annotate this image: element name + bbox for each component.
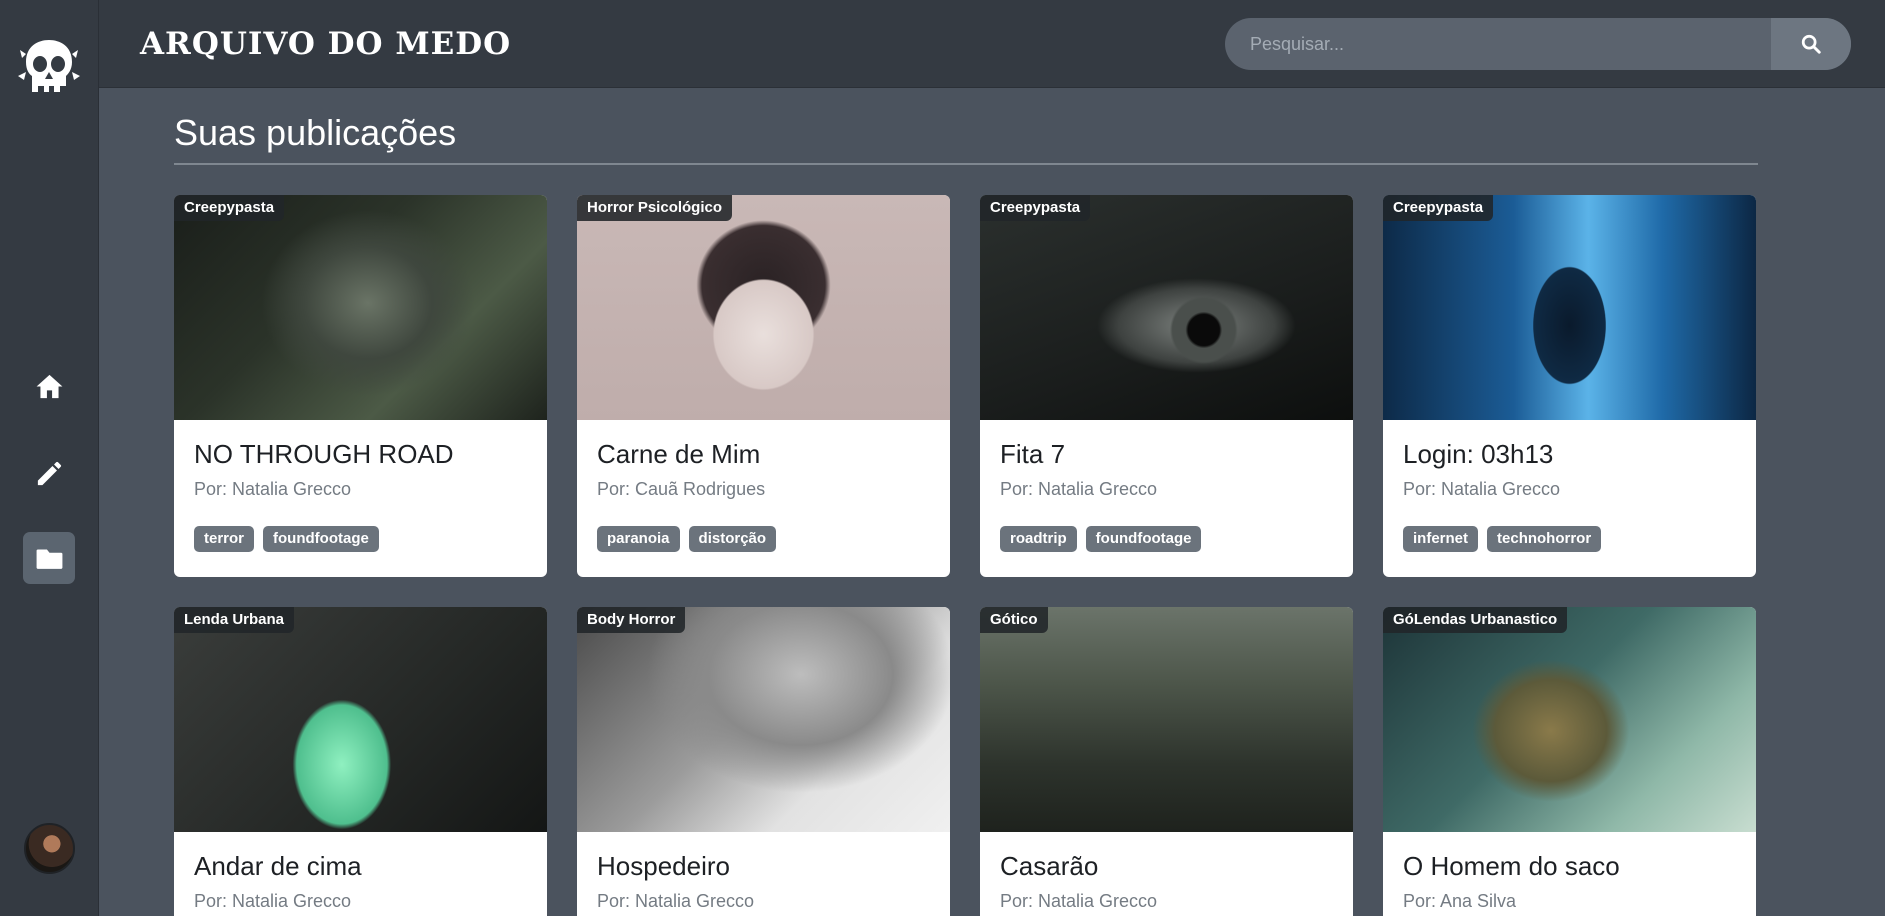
skull-logo-icon[interactable] [16, 36, 82, 102]
tag-list: paranoia distorção [597, 526, 777, 552]
post-card[interactable]: GóLendas Urbanastico O Homem do saco Por… [1383, 607, 1756, 916]
tag[interactable]: foundfootage [263, 526, 379, 552]
tag[interactable]: distorção [688, 526, 777, 552]
tag-list: roadtrip foundfootage [1000, 526, 1202, 552]
post-title[interactable]: Carne de Mim [597, 439, 760, 470]
top-header: ARQUIVO DO MEDO [99, 0, 1885, 88]
home-icon [36, 374, 62, 398]
tag[interactable]: paranoia [597, 526, 680, 552]
post-author: Por: Natalia Grecco [1000, 891, 1158, 911]
search-icon [1801, 34, 1821, 54]
folder-icon [36, 548, 62, 569]
tag[interactable]: roadtrip [1000, 526, 1077, 552]
search-bar [1225, 18, 1851, 70]
post-title[interactable]: Login: 03h13 [1403, 439, 1553, 470]
post-title[interactable]: Andar de cima [194, 851, 362, 882]
post-author: Por: Natalia Grecco [597, 891, 755, 911]
post-thumbnail [980, 607, 1353, 832]
post-card[interactable]: Creepypasta Login: 03h13 Por: Natalia Gr… [1383, 195, 1756, 577]
tag-list: infernet technohorror [1403, 526, 1602, 552]
post-card[interactable]: Horror Psicológico Carne de Mim Por: Cau… [577, 195, 950, 577]
post-author: Por: Natalia Grecco [194, 891, 352, 911]
category-badge: Creepypasta [174, 195, 285, 221]
title-divider [174, 163, 1758, 165]
search-button[interactable] [1771, 18, 1851, 70]
post-author: Por: Ana Silva [1403, 891, 1517, 911]
tag-list: terror foundfootage [194, 526, 379, 552]
post-card[interactable]: Creepypasta Fita 7 Por: Natalia Grecco r… [980, 195, 1353, 577]
category-badge: Horror Psicológico [577, 195, 733, 221]
post-title[interactable]: O Homem do saco [1403, 851, 1620, 882]
search-input[interactable] [1225, 18, 1771, 70]
post-card[interactable]: Body Horror Hospedeiro Por: Natalia Grec… [577, 607, 950, 916]
category-badge: GóLendas Urbanastico [1383, 607, 1568, 633]
post-thumbnail [1383, 195, 1756, 420]
post-title[interactable]: Hospedeiro [597, 851, 730, 882]
page-title: Suas publicações [174, 112, 457, 153]
tag[interactable]: foundfootage [1085, 526, 1202, 552]
tag[interactable]: infernet [1403, 526, 1479, 552]
post-author: Por: Cauã Rodrigues [597, 479, 766, 499]
post-card[interactable]: Lenda Urbana Andar de cima Por: Natalia … [174, 607, 547, 916]
post-thumbnail [577, 195, 950, 420]
my-posts-button[interactable] [23, 532, 75, 584]
post-author: Por: Natalia Grecco [1403, 479, 1561, 499]
home-button[interactable] [23, 360, 75, 412]
category-badge: Gótico [980, 607, 1048, 633]
post-thumbnail [577, 607, 950, 832]
category-badge: Creepypasta [980, 195, 1091, 221]
sidebar [0, 0, 99, 916]
post-author: Por: Natalia Grecco [1000, 479, 1158, 499]
post-title[interactable]: NO THROUGH ROAD [194, 439, 454, 470]
post-thumbnail [174, 195, 547, 420]
write-button[interactable] [23, 447, 75, 499]
post-thumbnail [174, 607, 547, 832]
category-badge: Lenda Urbana [174, 607, 295, 633]
post-author: Por: Natalia Grecco [194, 479, 352, 499]
post-title[interactable]: Fita 7 [1000, 439, 1065, 470]
post-thumbnail [980, 195, 1353, 420]
post-card[interactable]: Creepypasta NO THROUGH ROAD Por: Natalia… [174, 195, 547, 577]
post-title[interactable]: Casarão [1000, 851, 1098, 882]
brand-title: ARQUIVO DO MEDO [140, 26, 512, 62]
tag[interactable]: technohorror [1487, 526, 1602, 552]
pencil-icon [37, 461, 61, 485]
tag[interactable]: terror [194, 526, 255, 552]
category-badge: Creepypasta [1383, 195, 1494, 221]
category-badge: Body Horror [577, 607, 686, 633]
post-card[interactable]: Gótico Casarão Por: Natalia Grecco [980, 607, 1353, 916]
user-avatar[interactable] [24, 823, 75, 874]
post-thumbnail [1383, 607, 1756, 832]
